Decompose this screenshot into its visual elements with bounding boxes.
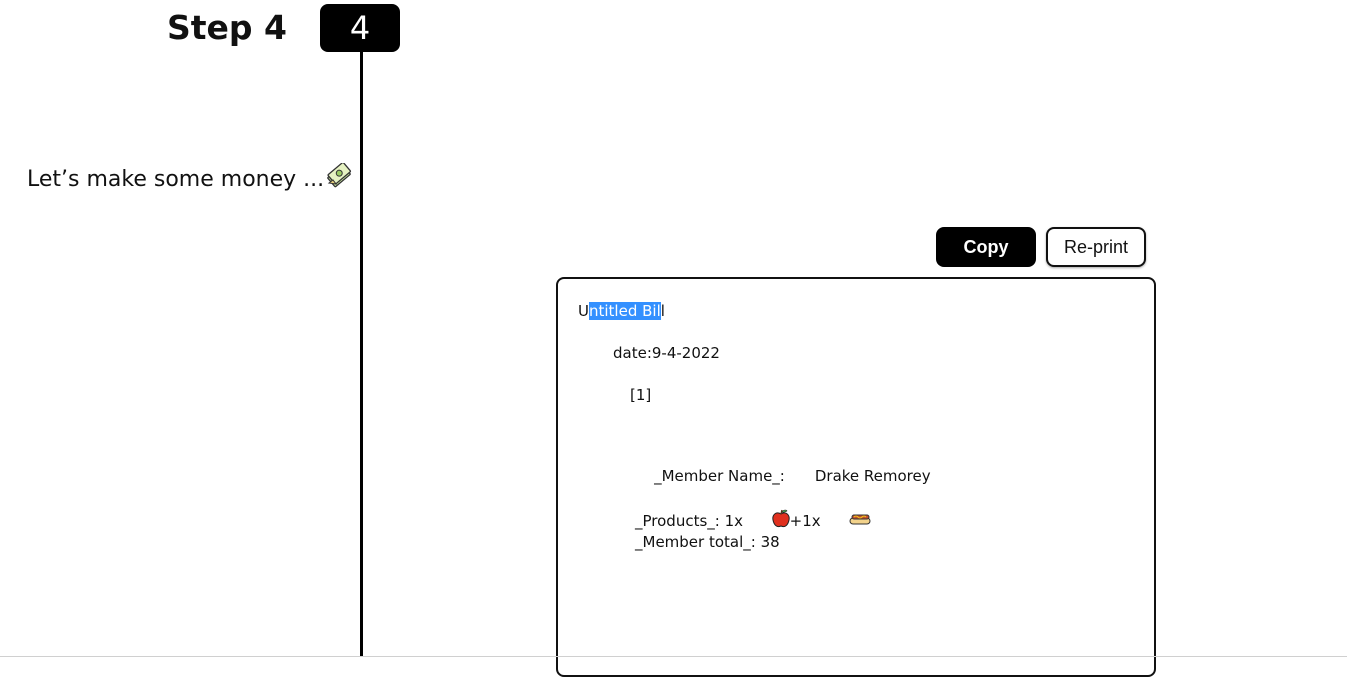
- copy-button[interactable]: Copy: [936, 227, 1036, 267]
- bill-date: date:9-4-2022: [613, 344, 720, 362]
- hot-dog-icon: [821, 494, 872, 548]
- bill-title-selection: ntitled Bil: [588, 302, 661, 320]
- reprint-button[interactable]: Re-print: [1046, 227, 1146, 267]
- bill-title-suffix: l: [660, 302, 665, 320]
- step-title: Step 4: [167, 8, 287, 47]
- bill-editor[interactable]: Untitled Bill date:9-4-2022 [1] _Member …: [556, 277, 1156, 677]
- member-name-label: _Member Name_:: [654, 467, 785, 485]
- bill-index: [1]: [630, 386, 652, 404]
- timeline-line: [360, 52, 363, 657]
- step-number-badge: 4: [320, 4, 400, 52]
- products-label: _Products_: 1x: [635, 512, 744, 530]
- bill-title-prefix: U: [578, 302, 589, 320]
- tagline: Let’s make some money ...: [27, 161, 352, 195]
- tagline-text: Let’s make some money ...: [27, 166, 325, 192]
- products-separator: +1x: [789, 512, 821, 530]
- money-bills-icon: [326, 161, 352, 195]
- member-total: _Member total_: 38: [635, 533, 780, 551]
- bill-title[interactable]: Untitled Bill: [578, 302, 665, 320]
- member-name-value: Drake Remorey: [814, 467, 931, 485]
